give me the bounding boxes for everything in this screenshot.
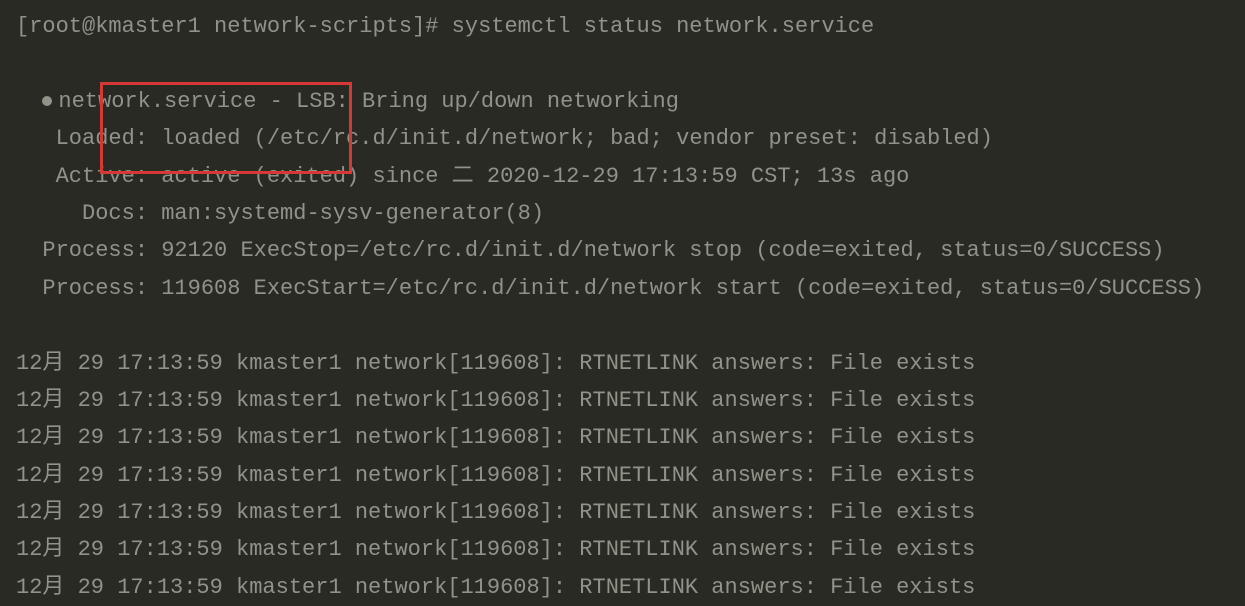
status-bullet-icon	[42, 96, 52, 106]
log-line: 12月 29 17:13:59 kmaster1 network[119608]…	[16, 345, 1229, 382]
process-start-line: Process: 119608 ExecStart=/etc/rc.d/init…	[16, 270, 1229, 307]
log-line: 12月 29 17:13:59 kmaster1 network[119608]…	[16, 494, 1229, 531]
service-header-line: network.service - LSB: Bring up/down net…	[16, 45, 1229, 120]
docs-line: Docs: man:systemd-sysv-generator(8)	[16, 195, 1229, 232]
service-header: network.service - LSB: Bring up/down net…	[58, 89, 679, 114]
loaded-line: Loaded: loaded (/etc/rc.d/init.d/network…	[16, 120, 1229, 157]
log-line: 12月 29 17:13:59 kmaster1 network[119608]…	[16, 382, 1229, 419]
active-line: Active: active (exited) since 二 2020-12-…	[16, 158, 1229, 195]
log-container: 12月 29 17:13:59 kmaster1 network[119608]…	[16, 345, 1229, 606]
command-prompt: [root@kmaster1 network-scripts]# systemc…	[16, 8, 1229, 45]
log-line: 12月 29 17:13:59 kmaster1 network[119608]…	[16, 569, 1229, 606]
blank-line	[16, 307, 1229, 344]
log-line: 12月 29 17:13:59 kmaster1 network[119608]…	[16, 531, 1229, 568]
log-line: 12月 29 17:13:59 kmaster1 network[119608]…	[16, 457, 1229, 494]
process-stop-line: Process: 92120 ExecStop=/etc/rc.d/init.d…	[16, 232, 1229, 269]
log-line: 12月 29 17:13:59 kmaster1 network[119608]…	[16, 419, 1229, 456]
